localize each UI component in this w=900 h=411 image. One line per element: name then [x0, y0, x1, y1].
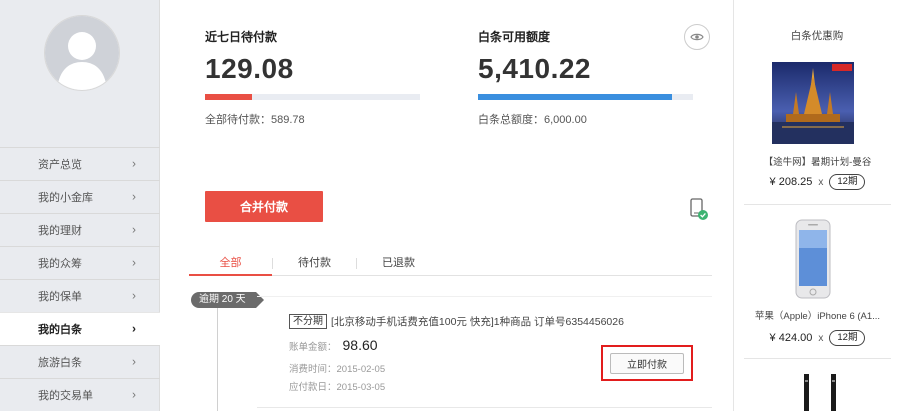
stat-subtext: 全部待付款：589.78 — [205, 114, 305, 126]
promo-title: 白条优惠购 — [790, 30, 844, 42]
bill-amount-row: 账单金额： 98.60 — [289, 337, 378, 353]
product-price-row: ¥ 208.25 x 12期 — [734, 174, 900, 190]
chevron-right-icon: › — [132, 255, 136, 270]
mobile-phone-icon[interactable] — [685, 196, 711, 222]
sidebar-item-travel-baitiao[interactable]: 旅游白条 › — [0, 345, 160, 378]
bill-amount-label: 账单金额： — [289, 342, 337, 353]
chevron-right-icon: › — [132, 189, 136, 204]
tab-refunded[interactable]: 已退款 — [357, 250, 440, 275]
stat-value: 5,410.22 — [478, 53, 591, 84]
installment-period: 12期 — [829, 174, 866, 190]
bangkok-temple-image — [772, 62, 854, 144]
main-content: 近七日待付款 129.08 全部待付款：589.78 白条可用额度 5,410.… — [161, 0, 732, 411]
tab-pending[interactable]: 待付款 — [273, 250, 356, 275]
pay-now-highlight: 立即付款 — [601, 345, 693, 381]
progress-fill — [478, 94, 672, 100]
due-date: 2015-03-05 — [336, 382, 386, 393]
stat-subtext: 白条总额度：6,000.00 — [478, 114, 587, 126]
stat-value: 129.08 — [205, 53, 294, 84]
tab-all[interactable]: 全部 — [189, 250, 272, 276]
overdue-tag: 逾期 20 天 — [191, 292, 264, 308]
sidebar-item-policy[interactable]: 我的保单 › — [0, 279, 160, 312]
sidebar-item-baitiao[interactable]: 我的白条 › — [0, 312, 160, 345]
product-price: ¥ 208.25 — [769, 176, 813, 188]
consume-date: 2015-02-05 — [336, 364, 386, 375]
product-name: 【途牛网】暑期计划-曼谷 — [763, 157, 872, 168]
sidebar-item-wealth[interactable]: 我的理财 › — [0, 213, 160, 246]
sidebar-item-label: 我的交易单 — [38, 390, 93, 402]
sidebar-item-label: 我的保单 — [38, 291, 82, 303]
pay-now-button[interactable]: 立即付款 — [610, 352, 684, 374]
installment-badge: 不分期 — [289, 314, 327, 329]
chevron-right-icon: › — [132, 321, 136, 336]
installment-period: 12期 — [829, 330, 866, 346]
toggle-visibility-button[interactable] — [684, 24, 710, 50]
chevron-right-icon: › — [132, 288, 136, 303]
stat-label: 白条可用额度 — [478, 30, 551, 44]
progress-fill — [205, 94, 253, 100]
product-name: 苹果（Apple）iPhone 6 (A1... — [754, 311, 881, 322]
multiply-sign: x — [818, 176, 824, 188]
sidebar-item-label: 我的小金库 — [38, 192, 93, 204]
chevron-right-icon: › — [132, 156, 136, 171]
chevron-right-icon: › — [132, 354, 136, 369]
credit-available-stat: 白条可用额度 5,410.22 白条总额度：6,000.00 — [478, 28, 693, 127]
bill-amount: 98.60 — [342, 337, 378, 353]
eye-icon — [690, 33, 704, 41]
product-price-row: ¥ 424.00 x 12期 — [734, 330, 900, 346]
product-thumbnail-partial[interactable] — [800, 372, 840, 411]
sidebar-item-transactions[interactable]: 我的交易单 › — [0, 378, 160, 411]
left-sidebar: 资产总览 › 我的小金库 › 我的理财 › 我的众筹 › 我的保单 › 我的白条 › 旅游白… — [0, 0, 160, 411]
sidebar-item-crowdfunding[interactable]: 我的众筹 › — [0, 246, 160, 279]
iphone-image — [772, 218, 854, 300]
merge-pay-button[interactable]: 合并付款 — [205, 191, 323, 222]
sidebar-item-label: 资产总览 — [38, 159, 82, 171]
filter-tabs: 全部 待付款 已退款 — [189, 250, 712, 276]
product-price: ¥ 424.00 — [769, 332, 813, 344]
sidebar-item-label: 旅游白条 — [38, 357, 82, 369]
due-date-label: 应付款日： — [289, 382, 337, 393]
user-silhouette-icon — [45, 16, 119, 90]
sidebar-item-label: 我的白条 — [38, 324, 82, 336]
divider — [744, 204, 891, 205]
progress-bar — [478, 94, 693, 100]
stat-label: 近七日待付款 — [205, 30, 278, 44]
sidebar-item-assets[interactable]: 资产总览 › — [0, 147, 160, 180]
due-date-row: 应付款日：2015-03-05 — [289, 379, 385, 393]
timeline-line — [217, 300, 218, 411]
due-7days-stat: 近七日待付款 129.08 全部待付款：589.78 — [205, 28, 420, 127]
sidebar-item-label: 我的理财 — [38, 225, 82, 237]
order-title: 不分期 [北京移动手机话费充值100元 快充]1种商品 订单号635445602… — [289, 314, 624, 329]
order-description[interactable]: [北京移动手机话费充值100元 快充]1种商品 订单号6354456026 — [331, 314, 624, 329]
chevron-right-icon: › — [132, 387, 136, 402]
consume-date-label: 消费时间： — [289, 364, 337, 375]
order-card: 不分期 [北京移动手机话费充值100元 快充]1种商品 订单号635445602… — [257, 296, 712, 408]
chevron-right-icon: › — [132, 222, 136, 237]
sidebar-item-label: 我的众筹 — [38, 258, 82, 270]
consume-date-row: 消费时间：2015-02-05 — [289, 361, 385, 375]
multiply-sign: x — [818, 332, 824, 344]
sidebar-item-vault[interactable]: 我的小金库 › — [0, 180, 160, 213]
sidebar-menu: 资产总览 › 我的小金库 › 我的理财 › 我的众筹 › 我的保单 › 我的白条 › 旅游白… — [0, 147, 160, 411]
divider — [744, 358, 891, 359]
right-promo-panel: 白条优惠购 【途牛网】暑期计划-曼谷 ¥ 208.25 x 12期 苹果（App… — [733, 0, 900, 411]
avatar[interactable] — [45, 16, 119, 90]
progress-bar — [205, 94, 420, 100]
